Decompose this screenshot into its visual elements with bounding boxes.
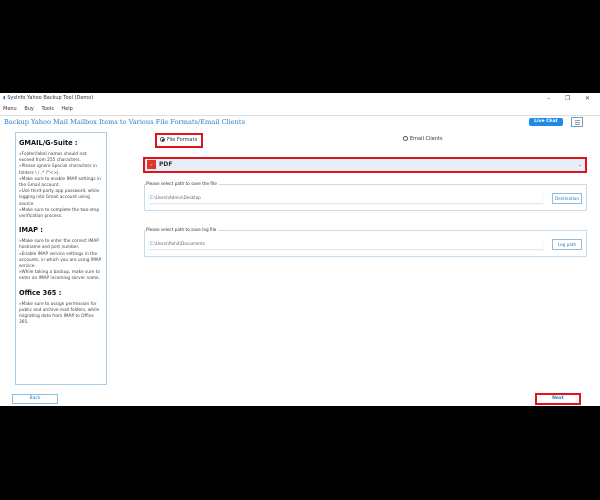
tip-item: »Folder/label names should not exceed fr… [19, 152, 87, 164]
destination-button[interactable]: Destination [552, 193, 582, 204]
save-path-group: Please select path to save the file C:\U… [144, 181, 587, 211]
window-title: SysInfo Yahoo Backup Tool (Demo) [7, 95, 94, 101]
tip-item: »Make sure to complete the two-step veri… [19, 207, 100, 220]
radio-file-formats[interactable]: File Formats [155, 133, 203, 148]
section-title: IMAP : [19, 226, 43, 235]
section-body: »Make sure to enter the correct IMAP hos… [19, 239, 103, 282]
page-title: Backup Yahoo Mail Mailbox Items to Vario… [4, 118, 245, 126]
info-panel: GMAIL/G-Suite : »Folder/label names shoul… [15, 132, 107, 385]
live-chat-button[interactable]: Live Chat [529, 118, 563, 126]
pdf-icon: ✓ [147, 160, 156, 169]
dropdown-value: PDF [159, 161, 173, 168]
restore-button[interactable]: ❐ [565, 93, 570, 104]
log-path-group: Please select path to save log file C:\U… [144, 227, 587, 257]
app-window: ◖ SysInfo Yahoo Backup Tool (Demo) – ❐ ✕… [0, 93, 600, 406]
tip-item: »Please ignore Special characters in fol… [19, 164, 97, 176]
save-path-input[interactable]: C:\Users\Admin\Desktop [149, 193, 543, 203]
radio-label: Email Clients [410, 136, 443, 142]
log-path-label: Please select path to save log file [146, 227, 219, 232]
tip-item: »Enable IMAP service settings in the acc… [19, 251, 102, 270]
tip-item: »Make sure to enter the correct IMAP hos… [19, 239, 99, 251]
radio-email-clients[interactable]: Email Clients [403, 136, 443, 142]
next-button[interactable]: Next [535, 393, 581, 405]
menu-bar: Menu Buy Tools Help [0, 104, 600, 114]
menu-item-tools[interactable]: Tools [41, 106, 53, 112]
back-button[interactable]: Back [12, 394, 58, 404]
tip-item: »Use third-party app password, while log… [19, 189, 100, 207]
chevron-down-icon: ⌄ [577, 162, 582, 168]
log-path-button[interactable]: Log path [552, 239, 582, 250]
tip-item: »Make sure to assign permission for publ… [19, 301, 100, 326]
section-title: Office 365 : [19, 288, 62, 297]
close-button[interactable]: ✕ [585, 93, 590, 104]
tip-item: »While taking a backup, make sure to ent… [19, 270, 101, 282]
save-path-label: Please select path to save the file [146, 181, 219, 186]
radio-unchecked-icon [403, 136, 408, 141]
title-bar: ◖ SysInfo Yahoo Backup Tool (Demo) [0, 93, 600, 104]
hamburger-menu-icon[interactable] [571, 117, 583, 127]
section-body: »Make sure to assign permission for publ… [19, 302, 103, 327]
menu-item-menu[interactable]: Menu [3, 106, 17, 112]
radio-label: File Formats [167, 137, 198, 143]
divider [0, 115, 600, 116]
format-dropdown[interactable]: ✓ PDF ⌄ [143, 157, 587, 173]
menu-item-buy[interactable]: Buy [24, 106, 34, 112]
minimize-button[interactable]: – [547, 93, 550, 104]
log-path-input[interactable]: C:\Users\Rohit\Documents [149, 239, 543, 249]
section-title: GMAIL/G-Suite : [19, 139, 78, 147]
tip-item: »Make sure to enable IMAP settings in th… [19, 176, 101, 189]
radio-checked-icon [160, 137, 165, 142]
section-body: »Folder/label names should not exceed fr… [19, 152, 103, 220]
menu-item-help[interactable]: Help [61, 106, 72, 112]
